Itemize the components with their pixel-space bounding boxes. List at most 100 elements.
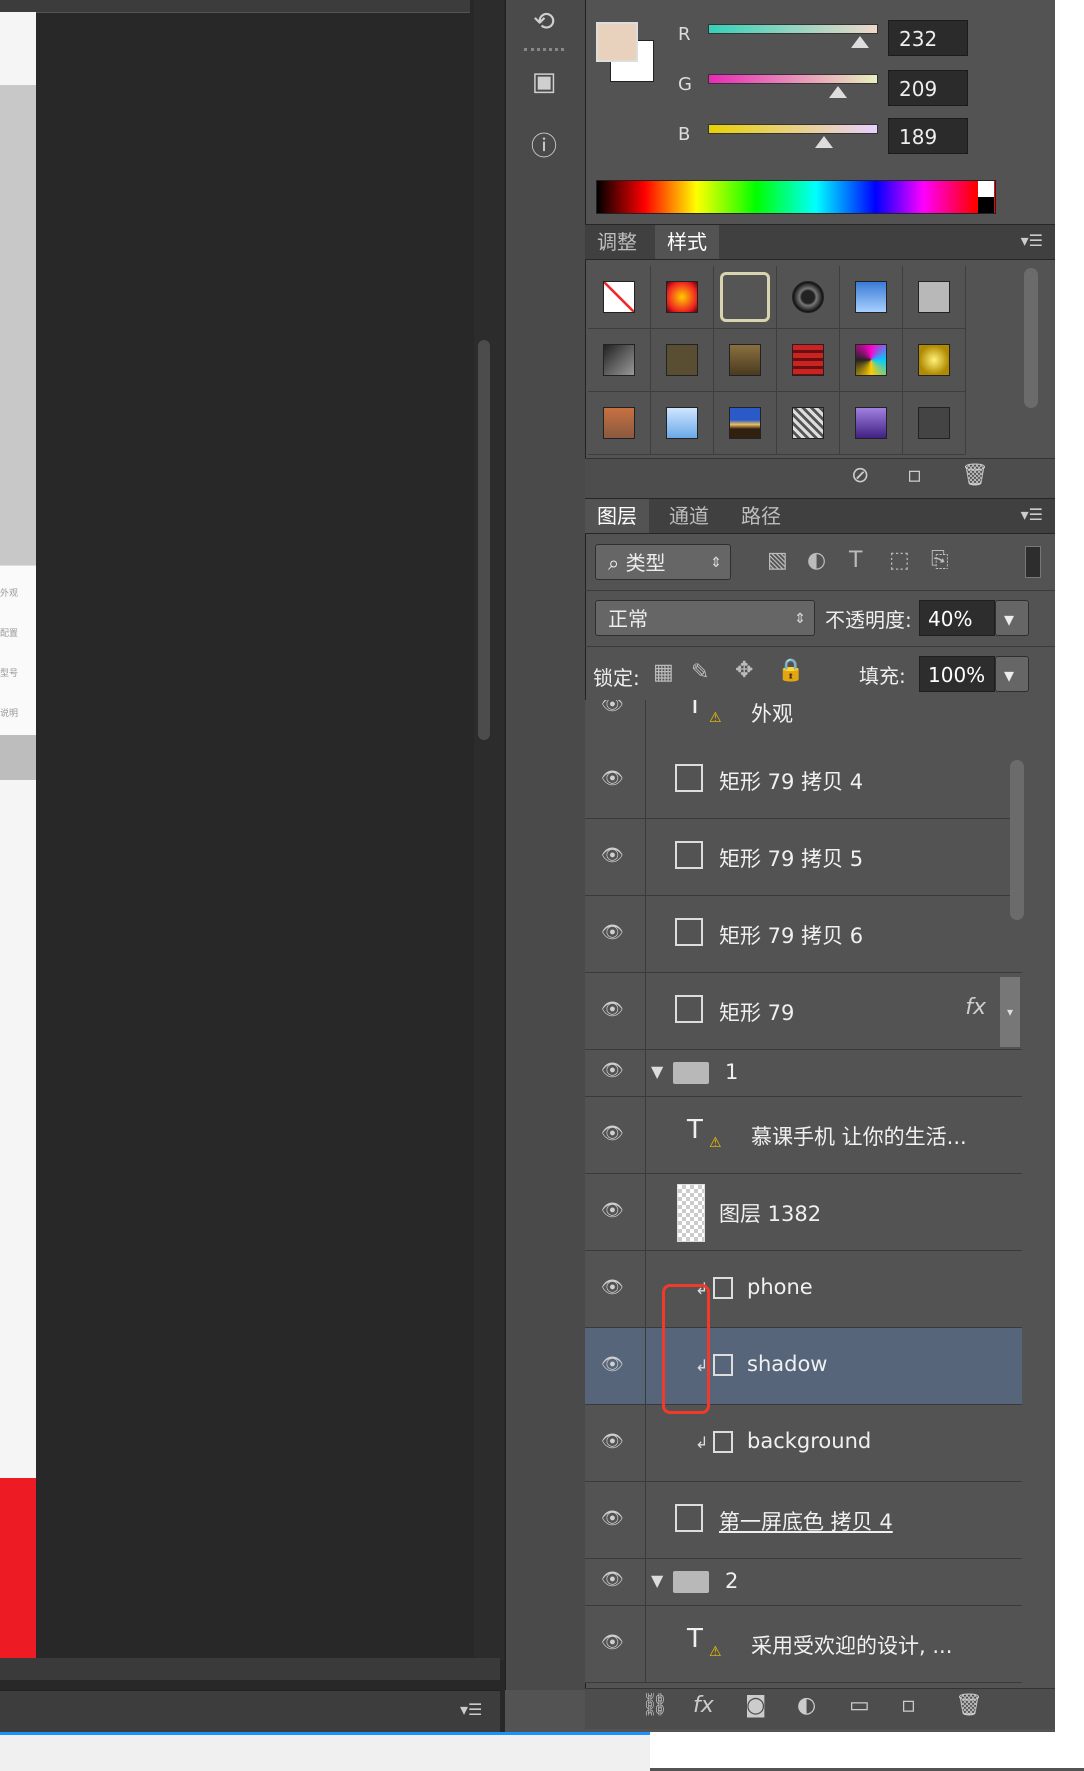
3d-cube-icon[interactable]: ▣ xyxy=(524,62,564,102)
lock-transparency-icon[interactable]: ▦ xyxy=(653,660,674,685)
delete-layer-icon[interactable]: 🗑 xyxy=(955,1693,983,1718)
visibility-eye-icon[interactable]: 👁 xyxy=(601,845,624,866)
layer-effects-fx[interactable]: fx xyxy=(965,995,986,1020)
channel-b-thumb[interactable] xyxy=(815,136,833,148)
filter-shape-icon[interactable]: ⬚ xyxy=(889,548,910,573)
visibility-eye-icon[interactable]: 👁 xyxy=(601,1632,624,1653)
clear-style-icon[interactable]: ⊘ xyxy=(851,463,869,488)
visibility-eye-icon[interactable]: 👁 xyxy=(601,1508,624,1529)
info-icon[interactable]: ⓘ xyxy=(524,124,564,164)
add-fx-icon[interactable]: fx xyxy=(693,1693,714,1718)
filter-adjustment-icon[interactable]: ◐ xyxy=(807,548,826,573)
layer-row-selected[interactable]: 👁 ↲ shadow xyxy=(585,1328,1022,1405)
lock-position-icon[interactable]: ✥ xyxy=(735,658,753,683)
group-expand-triangle-icon[interactable]: ▼ xyxy=(651,1062,663,1081)
visibility-eye-icon[interactable]: 👁 xyxy=(601,1569,624,1590)
styles-panel-menu-icon[interactable]: ▾☰ xyxy=(1021,231,1043,250)
layer-row[interactable]: 👁 T ⚠ 慕课手机 让你的生活... xyxy=(585,1097,1022,1174)
style-dark-gradient[interactable] xyxy=(588,329,651,392)
style-purple[interactable] xyxy=(840,392,903,455)
fill-dropdown-button[interactable]: ▾ xyxy=(995,656,1029,692)
visibility-eye-icon[interactable]: 👁 xyxy=(601,700,624,715)
tab-channels[interactable]: 通道 xyxy=(657,499,721,533)
channel-r-slider[interactable] xyxy=(708,24,878,34)
fill-input[interactable]: 100% xyxy=(919,656,995,692)
style-dark-ring[interactable] xyxy=(777,266,840,329)
tab-adjustments[interactable]: 调整 xyxy=(585,225,649,259)
layers-scrollbar[interactable] xyxy=(1010,760,1024,920)
layer-group-row[interactable]: 👁 ▼ 1 xyxy=(585,1050,1022,1097)
visibility-eye-icon[interactable]: 👁 xyxy=(601,1060,624,1081)
channel-g-slider[interactable] xyxy=(708,74,878,84)
visibility-eye-icon[interactable]: 👁 xyxy=(601,999,624,1020)
filter-kind-dropdown[interactable]: ⌕ 类型 ⇕ xyxy=(595,544,731,580)
layer-row[interactable]: 👁 T ⚠ 外观 xyxy=(585,700,1022,743)
tab-layers[interactable]: 图层 xyxy=(585,499,649,533)
filter-pixel-icon[interactable]: ▧ xyxy=(767,548,788,573)
color-spectrum-bar[interactable] xyxy=(596,180,996,214)
history-icon[interactable]: ⟲ xyxy=(524,2,564,42)
expand-effects-icon[interactable]: ▾ xyxy=(1000,977,1020,1047)
layer-row[interactable]: 👁 ↲ phone xyxy=(585,1251,1022,1328)
filter-smartobject-icon[interactable]: ⎘ xyxy=(931,548,949,573)
new-group-icon[interactable]: ▭ xyxy=(849,1693,870,1718)
channel-g-input[interactable]: 209 xyxy=(888,70,968,106)
tab-styles[interactable]: 样式 xyxy=(655,225,719,259)
lock-all-icon[interactable]: 🔒 xyxy=(777,658,804,683)
style-mesh[interactable] xyxy=(777,392,840,455)
dock-grip[interactable] xyxy=(524,48,564,61)
channel-b-input[interactable]: 189 xyxy=(888,118,968,154)
style-rainbow[interactable] xyxy=(840,329,903,392)
style-none[interactable] xyxy=(588,266,651,329)
new-style-icon[interactable]: ▫ xyxy=(907,463,922,488)
style-olive[interactable] xyxy=(651,329,714,392)
canvas-scroll-thumb[interactable] xyxy=(478,340,490,740)
tab-paths[interactable]: 路径 xyxy=(729,499,793,533)
add-mask-icon[interactable]: ◙ xyxy=(745,1693,766,1718)
blend-mode-dropdown[interactable]: 正常 ⇕ xyxy=(595,600,815,636)
visibility-eye-icon[interactable]: 👁 xyxy=(601,1200,624,1221)
layer-row[interactable]: 👁 矩形 79 拷贝 5 xyxy=(585,819,1022,896)
opacity-input[interactable]: 40% xyxy=(919,600,995,636)
layer-row[interactable]: 👁 第一屏底色 拷贝 4 xyxy=(585,1482,1022,1559)
visibility-eye-icon[interactable]: 👁 xyxy=(601,922,624,943)
layer-group-row[interactable]: 👁 ▼ 2 xyxy=(585,1559,1022,1606)
filter-toggle-switch[interactable] xyxy=(1025,546,1041,578)
layers-panel-menu-icon[interactable]: ▾☰ xyxy=(1021,505,1043,524)
visibility-eye-icon[interactable]: 👁 xyxy=(601,1277,624,1298)
channel-g-thumb[interactable] xyxy=(829,86,847,98)
style-horizon[interactable] xyxy=(714,392,777,455)
canvas-vertical-scrollbar[interactable] xyxy=(474,0,504,1660)
lock-brush-icon[interactable]: ✎ xyxy=(691,660,709,685)
layer-row[interactable]: 👁 图层 1382 xyxy=(585,1174,1022,1251)
style-red-glow[interactable] xyxy=(651,266,714,329)
layer-row[interactable]: 👁 T ⚠ 采用受欢迎的设计, ... xyxy=(585,1606,1022,1683)
layer-row[interactable]: 👁 矩形 79 拷贝 4 xyxy=(585,742,1022,819)
channel-b-slider[interactable] xyxy=(708,124,878,134)
layer-row[interactable]: 👁 矩形 79 拷贝 6 xyxy=(585,896,1022,973)
canvas-horizontal-scrollbar[interactable] xyxy=(0,1658,500,1680)
style-grey[interactable] xyxy=(903,266,966,329)
style-blue-gloss[interactable] xyxy=(840,266,903,329)
style-gold[interactable] xyxy=(903,329,966,392)
spectrum-black-white[interactable] xyxy=(978,181,994,213)
foreground-color-swatch[interactable] xyxy=(596,22,638,62)
group-expand-triangle-icon[interactable]: ▼ xyxy=(651,1571,663,1590)
visibility-eye-icon[interactable]: 👁 xyxy=(601,1123,624,1144)
status-menu-icon[interactable]: ▾☰ xyxy=(460,1700,482,1719)
visibility-eye-icon[interactable]: 👁 xyxy=(601,1431,624,1452)
style-sky[interactable] xyxy=(651,392,714,455)
style-charcoal[interactable] xyxy=(903,392,966,455)
link-layers-icon[interactable]: ⛓ xyxy=(641,1693,669,1718)
style-frame-selected[interactable] xyxy=(714,266,777,329)
layer-row[interactable]: 👁 ↲ background xyxy=(585,1405,1022,1482)
new-layer-icon[interactable]: ▫ xyxy=(901,1693,916,1718)
channel-r-input[interactable]: 232 xyxy=(888,20,968,56)
layer-row[interactable]: 👁 矩形 79 fx ▾ xyxy=(585,973,1022,1050)
visibility-eye-icon[interactable]: 👁 xyxy=(601,768,624,789)
style-bronze[interactable] xyxy=(714,329,777,392)
opacity-dropdown-button[interactable]: ▾ xyxy=(995,600,1029,636)
styles-scrollbar[interactable] xyxy=(1024,268,1038,408)
style-red-stripes[interactable] xyxy=(777,329,840,392)
delete-style-icon[interactable]: 🗑 xyxy=(961,463,989,488)
